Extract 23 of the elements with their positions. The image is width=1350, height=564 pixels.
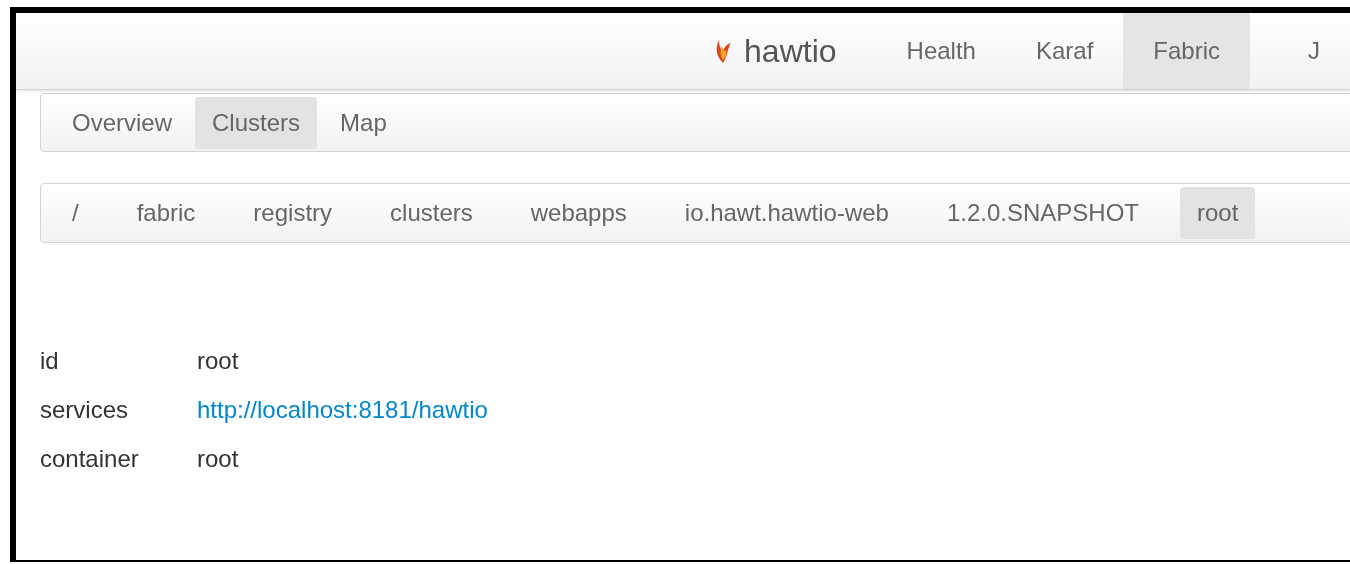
subnav-tab[interactable]: Overview xyxy=(55,96,190,149)
flame-icon xyxy=(714,38,733,64)
detail-value: root xyxy=(197,444,239,474)
breadcrumb-link[interactable]: clusters xyxy=(373,187,490,239)
breadcrumb-link[interactable]: io.hawt.hawtio-web xyxy=(667,187,906,239)
breadcrumb-link[interactable]: fabric xyxy=(119,187,213,239)
detail-label: container xyxy=(40,444,140,474)
breadcrumb-link[interactable]: 1.2.0.SNAPSHOT xyxy=(929,187,1156,239)
breadcrumb-link[interactable]: root xyxy=(1180,187,1256,239)
nav-tab[interactable]: Health xyxy=(876,13,1006,89)
nav-tab[interactable]: Karaf xyxy=(1005,13,1124,89)
detail-label: services xyxy=(40,395,130,425)
service-link[interactable]: http://localhost:8181/hawtio xyxy=(197,392,488,428)
nav-tab[interactable]: J xyxy=(1278,13,1350,89)
breadcrumb-link[interactable]: webapps xyxy=(513,187,644,239)
breadcrumb-link[interactable]: / xyxy=(55,187,96,239)
brand-name[interactable]: hawtio xyxy=(744,27,837,75)
subnav-tab[interactable]: Map xyxy=(323,96,404,149)
nav-tab[interactable]: Fabric xyxy=(1123,13,1250,89)
breadcrumb-link[interactable]: registry xyxy=(236,187,350,239)
subnav-tab[interactable]: Clusters xyxy=(195,96,318,149)
detail-label: id xyxy=(40,346,60,376)
detail-value: root xyxy=(197,346,239,376)
